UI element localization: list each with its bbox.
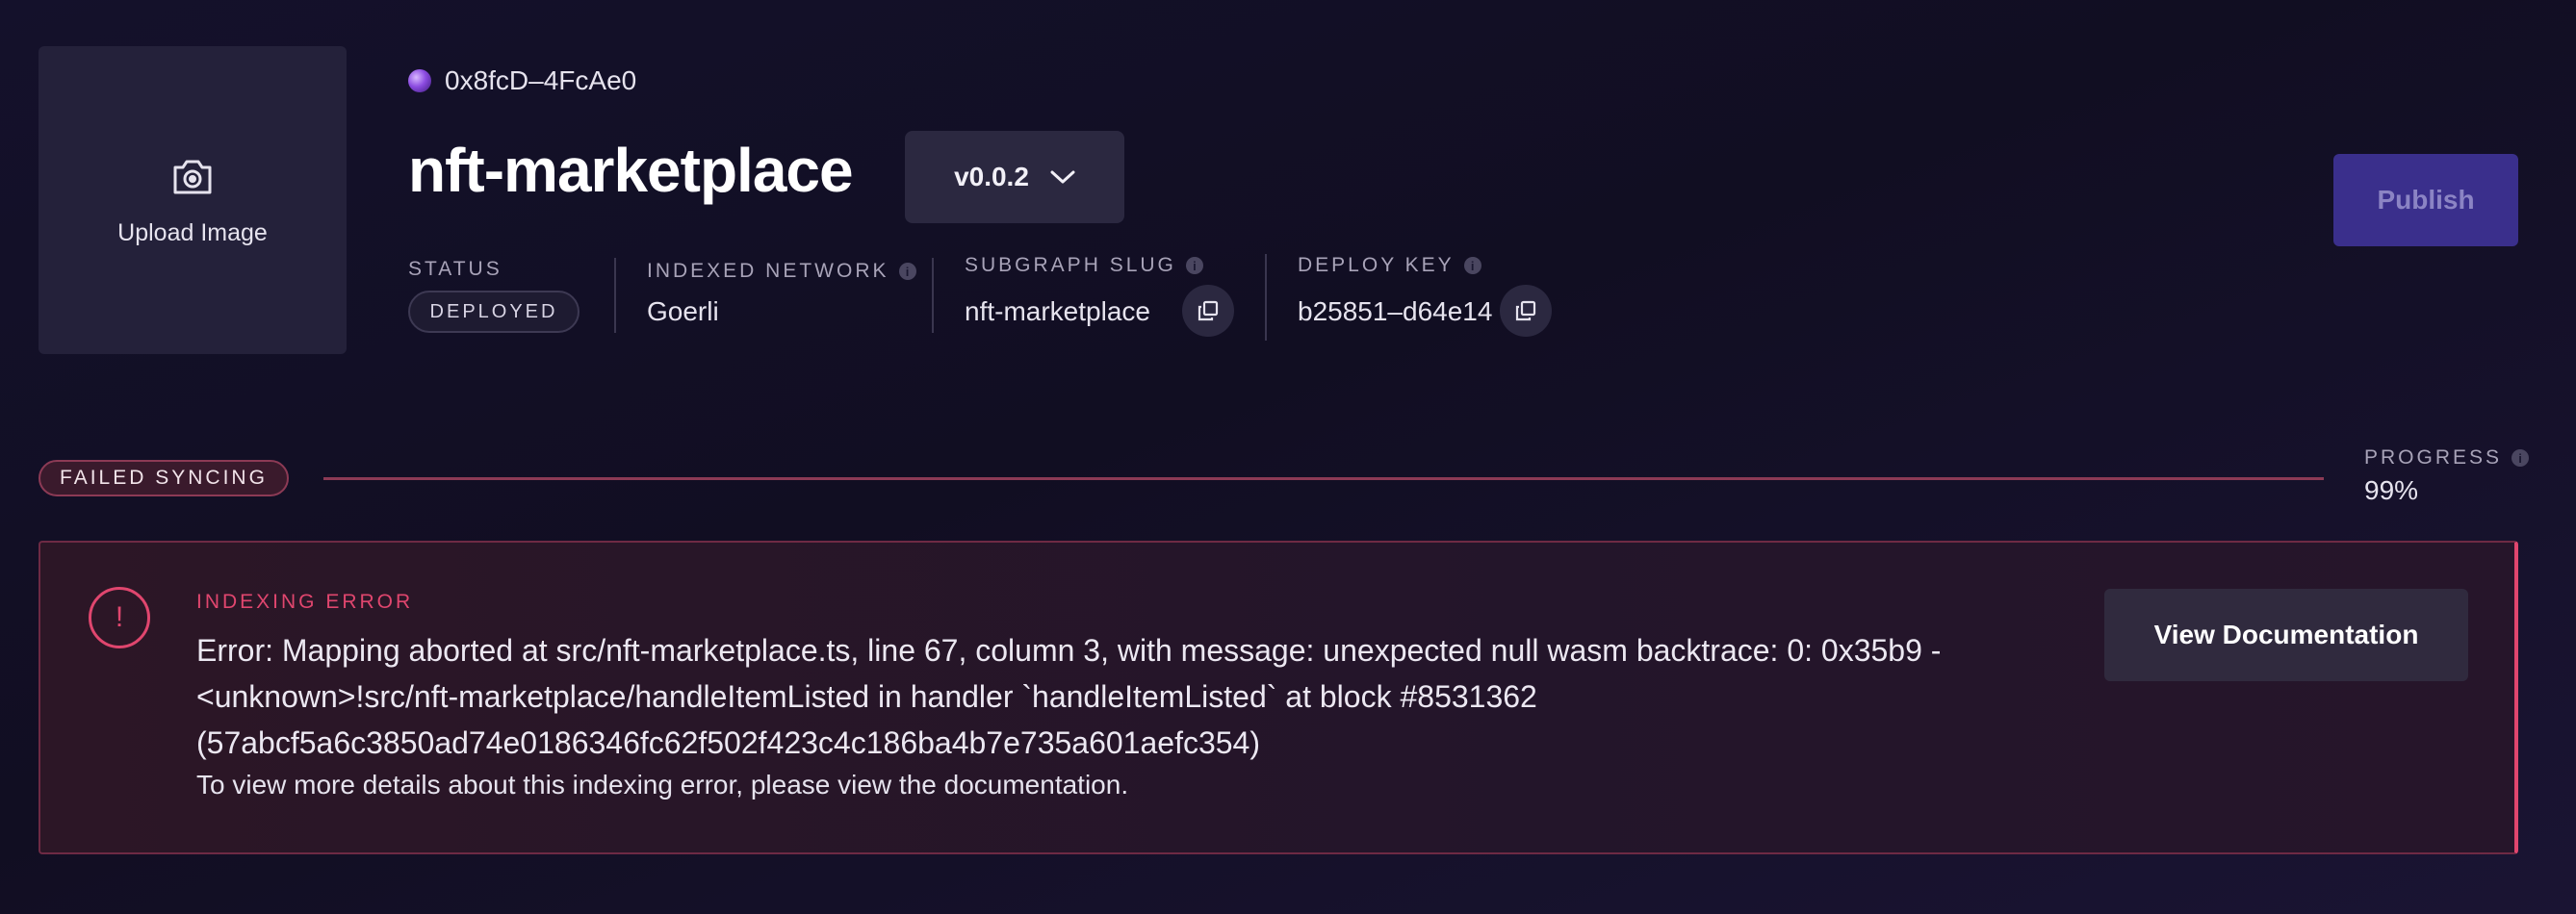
account-address: 0x8fcD–4FcAe0 [445,65,637,95]
info-icon[interactable]: i [898,263,916,280]
info-icon[interactable]: i [1185,257,1203,274]
version-dropdown[interactable]: v0.0.2 [905,131,1124,223]
subgraph-slug-value: nft-marketplace [965,296,1150,326]
deploy-key-label-text: DEPLOY KEY [1298,254,1455,276]
exclamation-icon: ! [89,587,150,648]
error-title: INDEXING ERROR [196,591,414,613]
account-info: 0x8fcD–4FcAe0 [408,65,636,96]
publish-button[interactable]: Publish [2333,154,2518,246]
progress-value: 99% [2364,475,2419,505]
info-icon[interactable]: i [2512,449,2530,467]
subgraph-slug-label: SUBGRAPH SLUG i [965,254,1203,277]
error-help-text: To view more details about this indexing… [196,770,1129,800]
copy-deploy-key-button[interactable] [1500,285,1552,337]
progress-label-text: PROGRESS [2364,446,2503,469]
indexed-network-value: Goerli [647,296,719,326]
chevron-down-icon [1050,170,1075,184]
copy-icon [1515,300,1536,321]
subgraph-slug-label-text: SUBGRAPH SLUG [965,254,1176,276]
sync-status-badge: FAILED SYNCING [39,460,289,496]
view-documentation-button[interactable]: View Documentation [2104,589,2468,681]
deploy-key-value: b25851–d64e14 [1298,296,1493,326]
divider [1265,254,1267,341]
deploy-key-label: DEPLOY KEY i [1298,254,1481,277]
camera-icon [173,160,212,193]
status-label: STATUS [408,258,502,281]
sync-progress-line [323,477,2324,480]
upload-image-label: Upload Image [117,218,268,246]
progress-label: PROGRESS i [2364,446,2530,470]
status-label-text: STATUS [408,258,502,280]
status-badge: DEPLOYED [408,291,580,333]
divider [932,258,934,333]
divider [614,258,616,333]
page-title: nft-marketplace [408,136,854,205]
indexed-network-label-text: INDEXED NETWORK [647,260,889,282]
info-icon[interactable]: i [1463,257,1481,274]
version-label: v0.0.2 [954,162,1029,191]
upload-image-button[interactable]: Upload Image [39,46,347,354]
copy-icon [1198,300,1219,321]
copy-slug-button[interactable] [1182,285,1234,337]
indexed-network-label: INDEXED NETWORK i [647,260,916,283]
avatar-icon [408,69,431,92]
error-message: Error: Mapping aborted at src/nft-market… [196,633,1942,760]
